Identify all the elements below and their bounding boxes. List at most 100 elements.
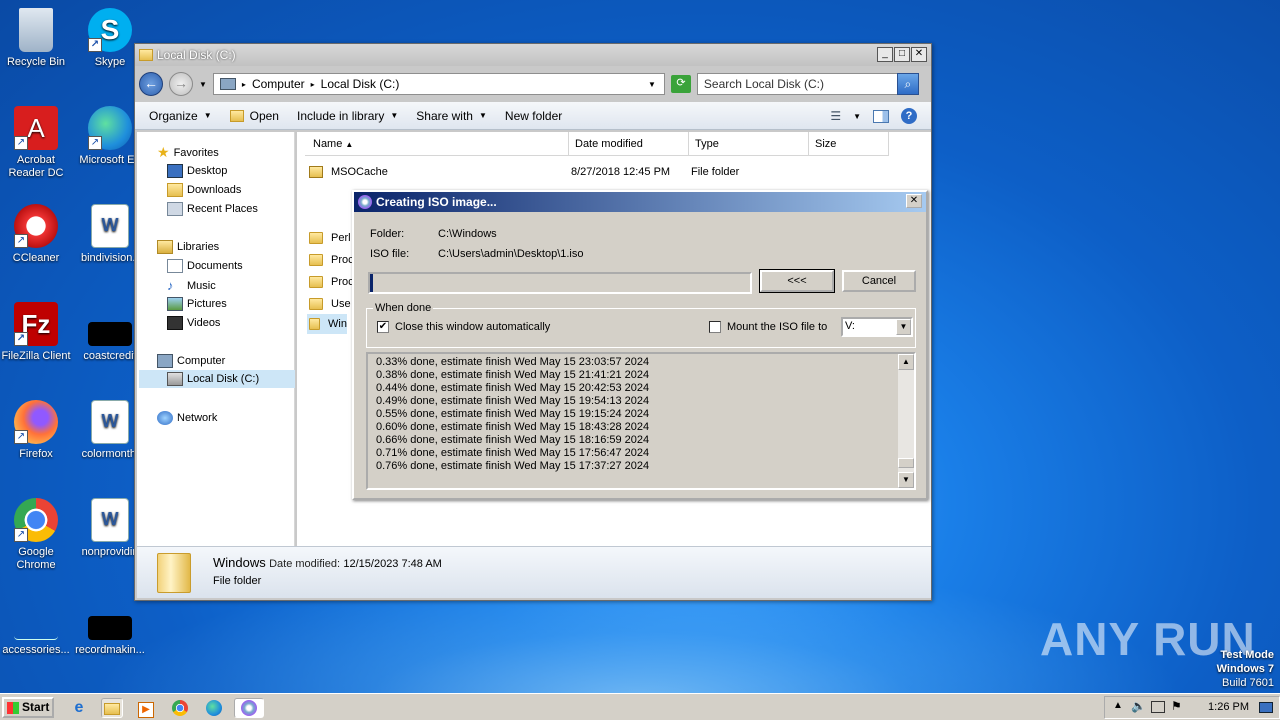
nav-label: Favorites	[173, 146, 219, 159]
media-player-taskbar-icon[interactable]: ▶	[135, 698, 157, 718]
chevron-down-icon[interactable]: ▼	[896, 319, 911, 335]
desktop-icon-chrome[interactable]: ↗ Google Chrome	[0, 498, 72, 572]
search-input[interactable]: Search Local Disk (C:) ⌕	[696, 73, 919, 95]
collapse-button[interactable]: <<<	[759, 269, 835, 293]
nav-label: Network	[177, 412, 218, 424]
search-icon[interactable]: ⌕	[896, 73, 919, 95]
open-button[interactable]: Open	[229, 109, 279, 123]
explorer-titlebar[interactable]: Local Disk (C:)	[135, 44, 931, 66]
play-icon: ▶	[138, 702, 154, 718]
include-in-library-button[interactable]: Include in library ▼	[297, 109, 398, 123]
log-scrollbar[interactable]: ▲ ▼	[898, 354, 914, 488]
blank-file-icon	[88, 616, 132, 640]
nav-libraries[interactable]: Libraries	[157, 240, 219, 254]
desktop-icon-label: Firefox	[19, 448, 53, 460]
ie-taskbar-icon[interactable]: e	[68, 698, 90, 718]
chevron-down-icon[interactable]: ▼	[199, 80, 207, 89]
chevron-down-icon: ▼	[203, 111, 212, 120]
chevron-down-icon[interactable]: ▼	[853, 112, 861, 121]
chrome-taskbar-icon[interactable]	[169, 698, 191, 718]
forward-button[interactable]: →	[169, 72, 193, 96]
preview-pane-icon[interactable]	[873, 109, 889, 123]
nav-recent-places[interactable]: Recent Places	[167, 202, 258, 216]
view-options-icon[interactable]: ☰	[830, 109, 841, 123]
column-header-name[interactable]: Name ▲	[305, 132, 569, 156]
organize-button[interactable]: Organize ▼	[149, 109, 212, 123]
log-line: 0.66% done, estimate finish Wed May 15 1…	[376, 434, 650, 446]
column-header-size[interactable]: Size	[809, 132, 889, 156]
scroll-up-icon[interactable]: ▲	[898, 354, 914, 370]
log-line: 0.71% done, estimate finish Wed May 15 1…	[376, 447, 650, 459]
refresh-button[interactable]: ⟳	[670, 75, 691, 93]
nav-documents[interactable]: Documents	[167, 259, 243, 273]
address-box[interactable]: ▸ Computer ▸ Local Disk (C:) ▼	[212, 73, 665, 95]
desktop-icon-filezilla[interactable]: Fz ↗ FileZilla Client	[0, 302, 72, 363]
create-iso-dialog: Creating ISO image... ✕ Folder: C:\Windo…	[352, 190, 928, 500]
close-button[interactable]: ✕	[911, 47, 927, 62]
command-toolbar: Organize ▼ Open Include in library ▼ Share…	[135, 102, 931, 130]
file-row[interactable]: Perl	[309, 228, 351, 248]
column-header-date[interactable]: Date modified	[569, 132, 689, 156]
mount-iso-checkbox[interactable]	[709, 321, 721, 333]
breadcrumb-computer[interactable]: Computer	[252, 77, 305, 91]
nav-downloads[interactable]: Downloads	[167, 183, 241, 197]
log-line: 0.55% done, estimate finish Wed May 15 1…	[376, 408, 650, 420]
nav-favorites[interactable]: ★ Favorites	[157, 144, 219, 161]
column-header-type[interactable]: Type	[689, 132, 809, 156]
cancel-button[interactable]: Cancel	[842, 270, 916, 292]
nav-desktop[interactable]: Desktop	[167, 164, 227, 178]
details-name: Windows	[213, 555, 266, 570]
desktop-icon-acrobat[interactable]: A ↗ Acrobat Reader DC	[0, 106, 72, 180]
scroll-thumb[interactable]	[898, 458, 914, 468]
nav-network[interactable]: Network	[157, 411, 217, 425]
folder-label: Folder:	[370, 228, 405, 240]
explorer-taskbar-icon[interactable]	[101, 698, 123, 718]
shortcut-arrow-icon: ↗	[14, 332, 28, 346]
file-row[interactable]: MSOCache 8/27/2018 12:45 PM File folder	[309, 162, 869, 182]
details-date-label: Date modified:	[269, 558, 341, 570]
edge-taskbar-icon[interactable]	[203, 698, 225, 718]
nav-music[interactable]: ♪ Music	[167, 278, 216, 293]
show-hidden-icons-icon[interactable]: ▲	[1113, 700, 1123, 711]
scroll-down-icon[interactable]: ▼	[898, 472, 914, 488]
minimize-button[interactable]: _	[877, 47, 893, 62]
nav-label: Libraries	[177, 241, 220, 253]
iso-app-taskbar-icon[interactable]	[234, 698, 264, 718]
details-type: File folder	[213, 575, 262, 587]
drive-select[interactable]: V: ▼	[841, 317, 913, 337]
close-auto-checkbox[interactable]: ✔	[377, 321, 389, 333]
desktop-icon-recycle-bin[interactable]: Recycle Bin	[0, 8, 72, 69]
network-tray-icon[interactable]	[1151, 701, 1165, 713]
desktop-icon-firefox[interactable]: ↗ Firefox	[0, 400, 72, 461]
desktop-icon-recordmakin[interactable]: recordmakin...	[74, 616, 146, 657]
file-row[interactable]: Use	[309, 294, 351, 314]
dialog-close-button[interactable]: ✕	[906, 194, 922, 208]
new-folder-label: New folder	[504, 108, 563, 123]
nav-local-disk[interactable]: Local Disk (C:)	[139, 370, 295, 388]
progress-log[interactable]: 0.33% done, estimate finish Wed May 15 2…	[366, 352, 916, 490]
show-desktop-icon[interactable]	[1259, 702, 1273, 713]
start-button[interactable]: Start	[2, 697, 54, 718]
maximize-button[interactable]: □	[894, 47, 910, 62]
breadcrumb-local-disk[interactable]: Local Disk (C:)	[321, 77, 400, 91]
volume-icon[interactable]: 🔈	[1131, 699, 1146, 713]
music-icon: ♪	[167, 278, 174, 293]
nav-computer[interactable]: Computer	[157, 354, 225, 368]
flag-icon[interactable]: ⚑	[1171, 699, 1182, 713]
dialog-titlebar[interactable]: Creating ISO image...	[354, 192, 926, 212]
nav-videos[interactable]: Videos	[167, 316, 220, 330]
new-folder-button[interactable]: New folder	[505, 109, 562, 123]
help-icon[interactable]: ?	[901, 108, 917, 124]
desktop-icon-accessories[interactable]: accessories...	[0, 616, 72, 657]
file-row-selected[interactable]: Win	[307, 314, 347, 334]
share-with-button[interactable]: Share with ▼	[416, 109, 487, 123]
chevron-down-icon[interactable]: ▼	[648, 80, 656, 89]
locked-folder-icon	[309, 166, 323, 178]
clock[interactable]: 1:26 PM	[1208, 701, 1249, 713]
file-row[interactable]: Proc	[309, 250, 354, 270]
progress-bar	[368, 272, 752, 294]
file-row[interactable]: Proc	[309, 272, 354, 292]
back-button[interactable]: ←	[139, 72, 163, 96]
nav-pictures[interactable]: Pictures	[167, 297, 227, 311]
desktop-icon-ccleaner[interactable]: ↗ CCleaner	[0, 204, 72, 265]
